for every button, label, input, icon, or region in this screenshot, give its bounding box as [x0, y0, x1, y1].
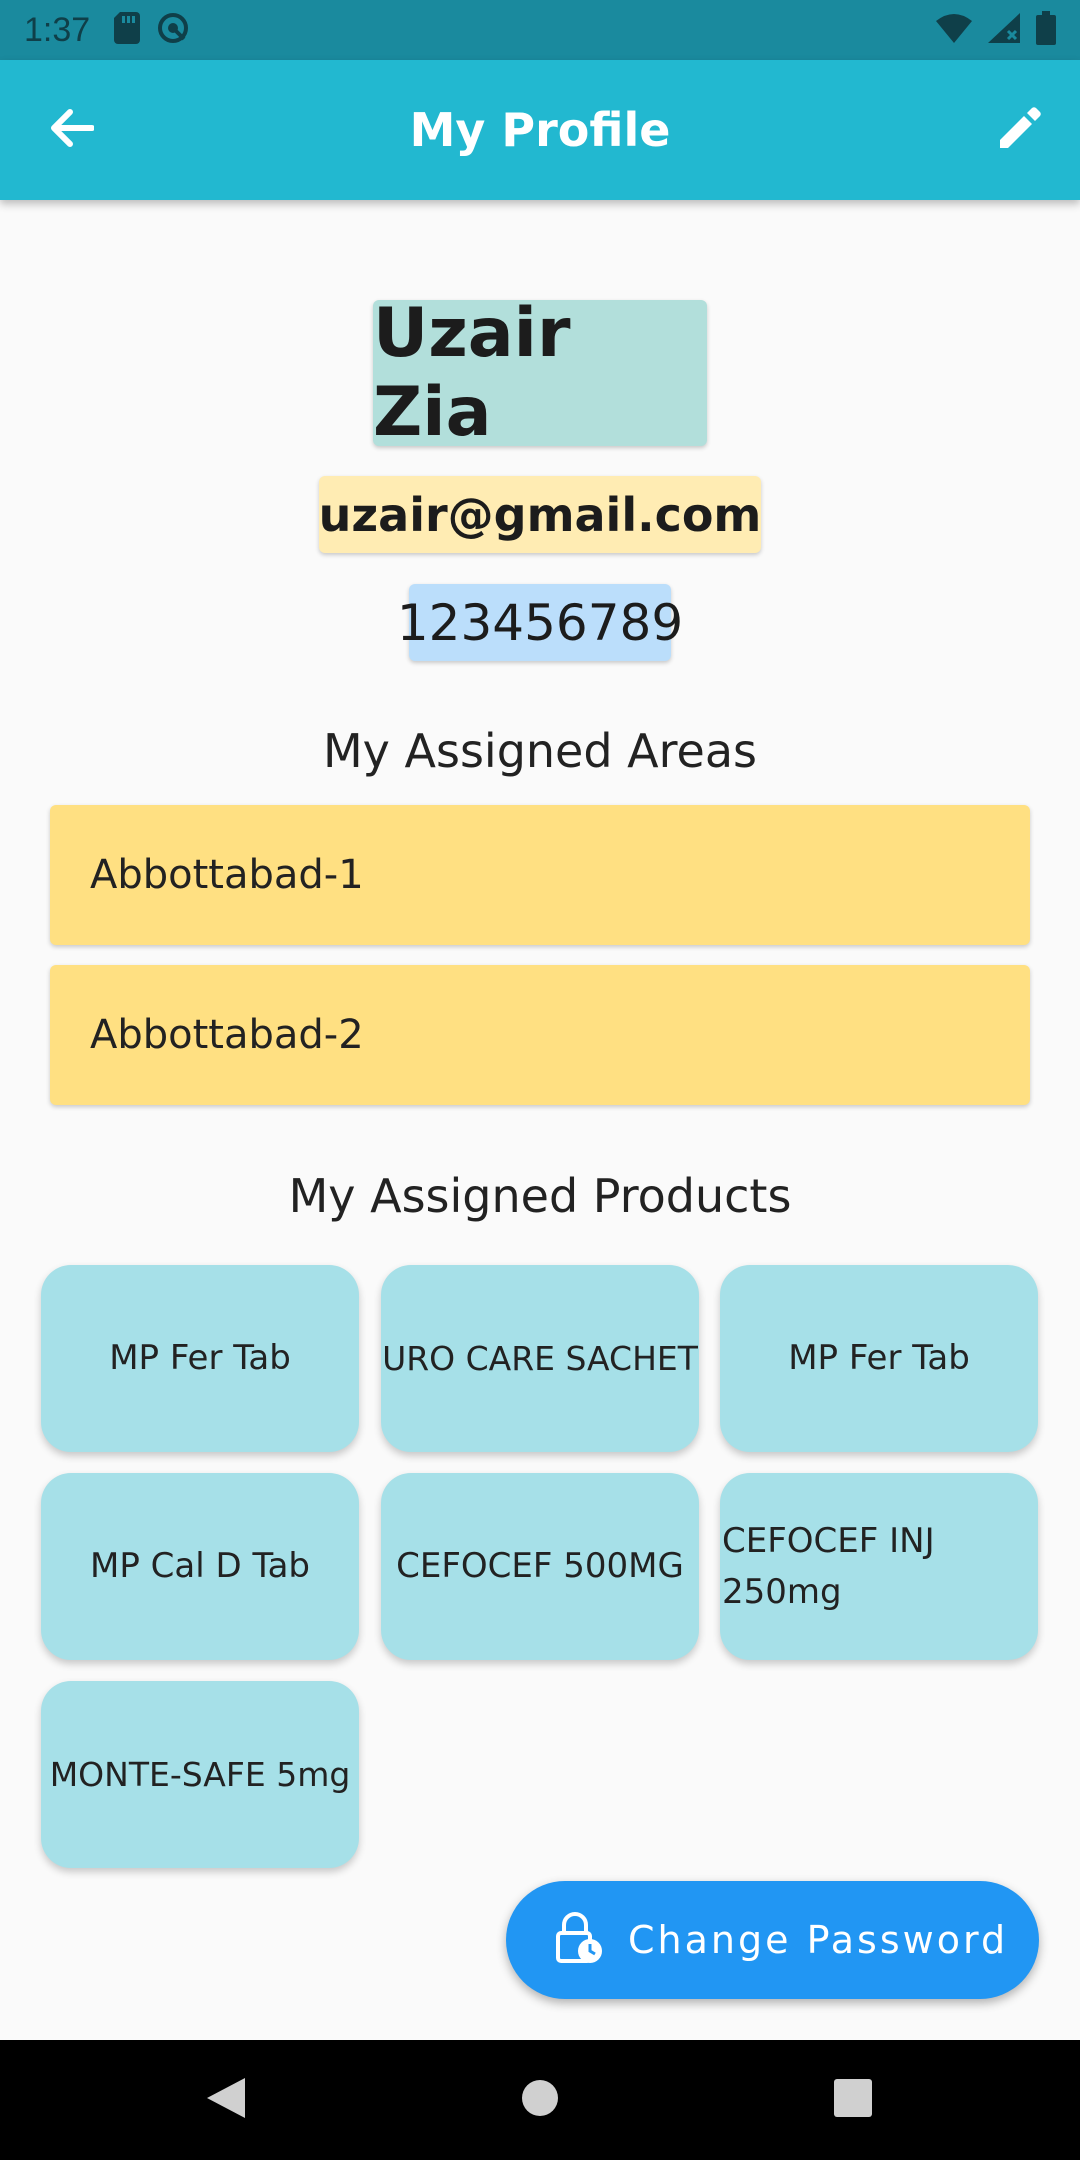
nav-home-button[interactable] — [518, 2078, 562, 2122]
product-label: URO CARE SACHET — [382, 1338, 698, 1378]
arrow-left-icon — [50, 108, 95, 152]
lock-clock-icon — [554, 1911, 604, 1969]
product-label: MP Cal D Tab — [89, 1546, 311, 1586]
product-card[interactable]: URO CARE SACHET — [381, 1265, 699, 1452]
product-label: MONTE-SAFE 5mg — [49, 1754, 351, 1794]
page-title: My Profile — [409, 103, 671, 157]
back-triangle-icon — [207, 2078, 245, 2122]
profile-phone-chip: 123456789 — [397, 584, 683, 661]
product-card[interactable]: MONTE-SAFE 5mg — [41, 1681, 359, 1868]
product-card[interactable]: MP Cal D Tab — [41, 1473, 359, 1660]
change-password-label: Change Password — [628, 1918, 1009, 1962]
profile-name: Uzair Zia — [373, 294, 571, 452]
product-label: CEFOCEF 500MG — [396, 1546, 684, 1586]
status-right-icons — [936, 11, 1056, 49]
status-time: 1:37 — [24, 10, 91, 49]
products-heading: My Assigned Products — [288, 1169, 792, 1223]
product-card[interactable]: CEFOCEF 500MG — [381, 1473, 699, 1660]
product-label: MP Fer Tab — [788, 1338, 970, 1378]
profile-phone: 123456789 — [396, 593, 684, 652]
area-label: Abbottabad-2 — [90, 1012, 364, 1058]
status-bar: 1:37 — [0, 0, 1080, 60]
areas-heading: My Assigned Areas — [322, 724, 757, 778]
system-nav-bar — [0, 2040, 1080, 2160]
change-password-button[interactable]: Change Password — [506, 1881, 1039, 1999]
recents-square-icon — [834, 2079, 872, 2121]
profile-email: uzair@gmail.com — [318, 487, 762, 542]
home-circle-icon — [521, 2079, 559, 2121]
status-left-icons — [114, 11, 190, 49]
product-card[interactable]: CEFOCEF INJ 250mg — [720, 1473, 1038, 1660]
edit-profile-button[interactable] — [990, 100, 1050, 160]
area-card[interactable]: Abbottabad-1 — [50, 805, 1030, 945]
profile-name-chip: Uzair Zia — [373, 294, 707, 452]
sd-card-icon — [114, 12, 141, 48]
app-bar: My Profile — [0, 60, 1080, 200]
nav-back-button[interactable] — [204, 2078, 248, 2122]
signal-icon — [988, 13, 1020, 47]
area-card[interactable]: Abbottabad-2 — [50, 965, 1030, 1105]
nav-recents-button[interactable] — [831, 2078, 875, 2122]
area-label: Abbottabad-1 — [90, 852, 364, 898]
profile-email-chip: uzair@gmail.com — [319, 476, 761, 553]
wifi-icon — [936, 13, 972, 47]
product-label: CEFOCEF INJ 250mg — [722, 1520, 935, 1612]
product-label: MP Fer Tab — [109, 1338, 291, 1378]
product-card[interactable]: MP Fer Tab — [41, 1265, 359, 1452]
battery-icon — [1036, 11, 1056, 49]
sync-icon — [156, 11, 190, 49]
pencil-icon — [996, 104, 1044, 156]
back-button[interactable] — [42, 100, 102, 160]
product-card[interactable]: MP Fer Tab — [720, 1265, 1038, 1452]
